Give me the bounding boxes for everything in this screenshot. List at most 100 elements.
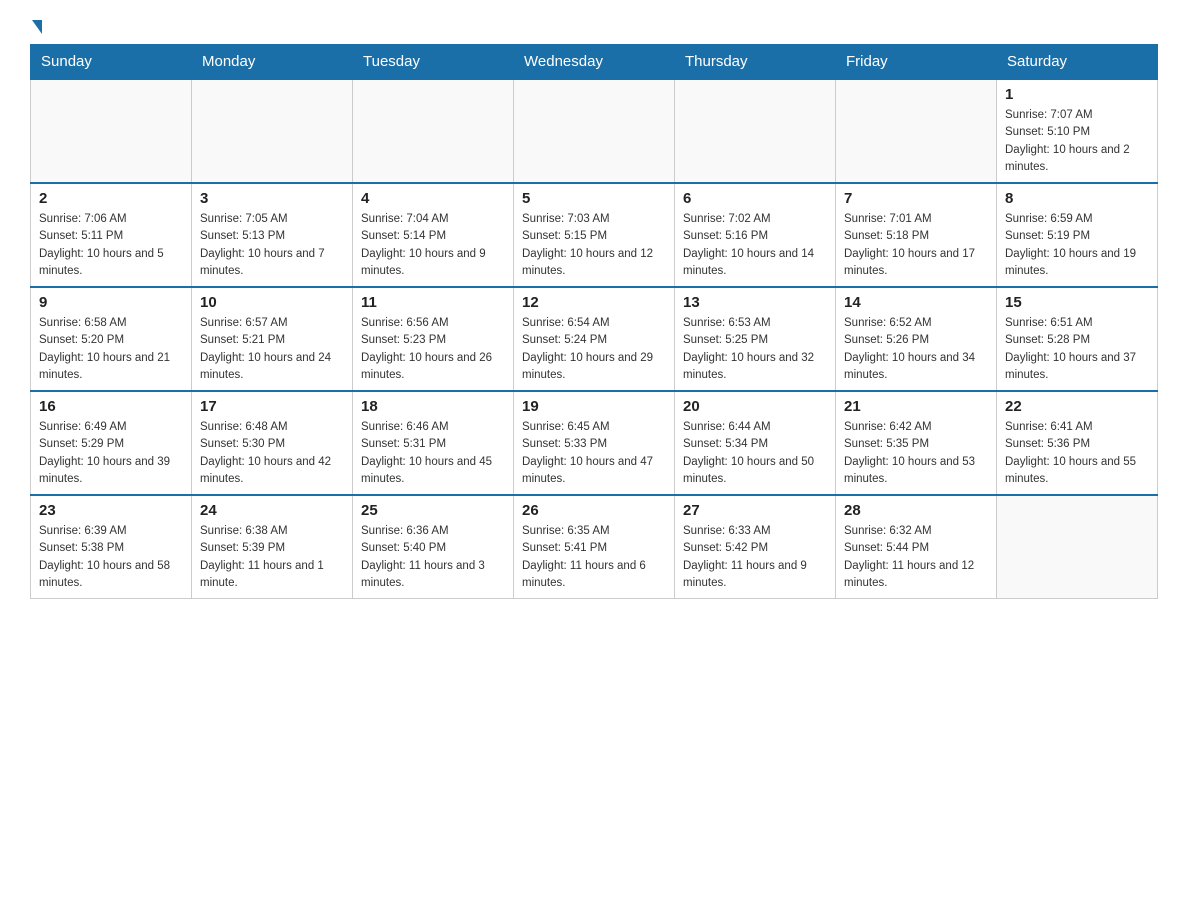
day-of-week-header: Saturday (997, 45, 1158, 80)
calendar-day-cell: 6 Sunrise: 7:02 AMSunset: 5:16 PMDaylight… (675, 183, 836, 287)
day-number: 19 (522, 398, 666, 415)
day-info: Sunrise: 6:42 AMSunset: 5:35 PMDaylight:… (844, 419, 988, 488)
calendar-day-cell (836, 79, 997, 183)
calendar-day-cell: 16 Sunrise: 6:49 AMSunset: 5:29 PMDayligh… (31, 391, 192, 495)
calendar-day-cell: 12 Sunrise: 6:54 AMSunset: 5:24 PMDayligh… (514, 287, 675, 391)
day-info: Sunrise: 6:46 AMSunset: 5:31 PMDaylight:… (361, 419, 505, 488)
calendar-day-cell: 26 Sunrise: 6:35 AMSunset: 5:41 PMDayligh… (514, 495, 675, 599)
logo (30, 20, 42, 34)
calendar-week-row: 16 Sunrise: 6:49 AMSunset: 5:29 PMDayligh… (31, 391, 1158, 495)
calendar-table: SundayMondayTuesdayWednesdayThursdayFrid… (30, 44, 1158, 599)
day-of-week-header: Sunday (31, 45, 192, 80)
calendar-day-cell: 17 Sunrise: 6:48 AMSunset: 5:30 PMDayligh… (192, 391, 353, 495)
day-number: 23 (39, 502, 183, 519)
day-info: Sunrise: 7:05 AMSunset: 5:13 PMDaylight:… (200, 211, 344, 280)
day-info: Sunrise: 6:54 AMSunset: 5:24 PMDaylight:… (522, 315, 666, 384)
day-number: 20 (683, 398, 827, 415)
day-number: 5 (522, 190, 666, 207)
calendar-day-cell (353, 79, 514, 183)
calendar-day-cell (997, 495, 1158, 599)
calendar-day-cell: 19Sunrise: 6:45 AMSunset: 5:33 PMDayligh… (514, 391, 675, 495)
day-number: 8 (1005, 190, 1149, 207)
calendar-week-row: 1Sunrise: 7:07 AMSunset: 5:10 PMDaylight… (31, 79, 1158, 183)
calendar-day-cell (675, 79, 836, 183)
day-number: 7 (844, 190, 988, 207)
day-number: 4 (361, 190, 505, 207)
calendar-day-cell: 25 Sunrise: 6:36 AMSunset: 5:40 PMDayligh… (353, 495, 514, 599)
day-number: 22 (1005, 398, 1149, 415)
day-number: 25 (361, 502, 505, 519)
day-number: 11 (361, 294, 505, 311)
calendar-day-cell: 22 Sunrise: 6:41 AMSunset: 5:36 PMDayligh… (997, 391, 1158, 495)
calendar-week-row: 2 Sunrise: 7:06 AMSunset: 5:11 PMDaylight… (31, 183, 1158, 287)
day-number: 3 (200, 190, 344, 207)
day-number: 17 (200, 398, 344, 415)
day-number: 12 (522, 294, 666, 311)
day-info: Sunrise: 6:32 AMSunset: 5:44 PMDaylight:… (844, 523, 988, 592)
day-info: Sunrise: 6:33 AMSunset: 5:42 PMDaylight:… (683, 523, 827, 592)
day-number: 18 (361, 398, 505, 415)
calendar-day-cell: 3 Sunrise: 7:05 AMSunset: 5:13 PMDaylight… (192, 183, 353, 287)
day-of-week-header: Wednesday (514, 45, 675, 80)
calendar-day-cell: 23 Sunrise: 6:39 AMSunset: 5:38 PMDayligh… (31, 495, 192, 599)
calendar-day-cell: 20 Sunrise: 6:44 AMSunset: 5:34 PMDayligh… (675, 391, 836, 495)
calendar-day-cell: 8 Sunrise: 6:59 AMSunset: 5:19 PMDaylight… (997, 183, 1158, 287)
calendar-week-row: 9 Sunrise: 6:58 AMSunset: 5:20 PMDaylight… (31, 287, 1158, 391)
day-info: Sunrise: 6:59 AMSunset: 5:19 PMDaylight:… (1005, 211, 1149, 280)
calendar-day-cell: 21 Sunrise: 6:42 AMSunset: 5:35 PMDayligh… (836, 391, 997, 495)
day-of-week-header: Tuesday (353, 45, 514, 80)
day-number: 15 (1005, 294, 1149, 311)
calendar-day-cell: 13 Sunrise: 6:53 AMSunset: 5:25 PMDayligh… (675, 287, 836, 391)
day-number: 10 (200, 294, 344, 311)
day-info: Sunrise: 6:36 AMSunset: 5:40 PMDaylight:… (361, 523, 505, 592)
calendar-day-cell: 7 Sunrise: 7:01 AMSunset: 5:18 PMDaylight… (836, 183, 997, 287)
day-info: Sunrise: 6:41 AMSunset: 5:36 PMDaylight:… (1005, 419, 1149, 488)
day-of-week-header: Monday (192, 45, 353, 80)
calendar-day-cell: 14Sunrise: 6:52 AMSunset: 5:26 PMDayligh… (836, 287, 997, 391)
calendar-day-cell: 5 Sunrise: 7:03 AMSunset: 5:15 PMDaylight… (514, 183, 675, 287)
day-info: Sunrise: 6:57 AMSunset: 5:21 PMDaylight:… (200, 315, 344, 384)
day-info: Sunrise: 7:07 AMSunset: 5:10 PMDaylight:… (1005, 107, 1149, 176)
day-number: 13 (683, 294, 827, 311)
page-header (30, 20, 1158, 34)
day-number: 27 (683, 502, 827, 519)
day-info: Sunrise: 6:38 AMSunset: 5:39 PMDaylight:… (200, 523, 344, 592)
day-info: Sunrise: 6:39 AMSunset: 5:38 PMDaylight:… (39, 523, 183, 592)
day-info: Sunrise: 7:06 AMSunset: 5:11 PMDaylight:… (39, 211, 183, 280)
day-of-week-header: Thursday (675, 45, 836, 80)
calendar-day-cell: 24 Sunrise: 6:38 AMSunset: 5:39 PMDayligh… (192, 495, 353, 599)
calendar-day-cell: 2 Sunrise: 7:06 AMSunset: 5:11 PMDaylight… (31, 183, 192, 287)
day-number: 9 (39, 294, 183, 311)
day-number: 16 (39, 398, 183, 415)
day-info: Sunrise: 6:35 AMSunset: 5:41 PMDaylight:… (522, 523, 666, 592)
day-info: Sunrise: 6:53 AMSunset: 5:25 PMDaylight:… (683, 315, 827, 384)
calendar-day-cell: 11 Sunrise: 6:56 AMSunset: 5:23 PMDayligh… (353, 287, 514, 391)
calendar-day-cell: 4 Sunrise: 7:04 AMSunset: 5:14 PMDaylight… (353, 183, 514, 287)
calendar-day-cell: 15 Sunrise: 6:51 AMSunset: 5:28 PMDayligh… (997, 287, 1158, 391)
day-number: 28 (844, 502, 988, 519)
day-info: Sunrise: 6:49 AMSunset: 5:29 PMDaylight:… (39, 419, 183, 488)
day-info: Sunrise: 6:58 AMSunset: 5:20 PMDaylight:… (39, 315, 183, 384)
day-number: 6 (683, 190, 827, 207)
day-info: Sunrise: 6:52 AMSunset: 5:26 PMDaylight:… (844, 315, 988, 384)
day-info: Sunrise: 6:44 AMSunset: 5:34 PMDaylight:… (683, 419, 827, 488)
day-info: Sunrise: 6:48 AMSunset: 5:30 PMDaylight:… (200, 419, 344, 488)
calendar-day-cell: 28 Sunrise: 6:32 AMSunset: 5:44 PMDayligh… (836, 495, 997, 599)
day-info: Sunrise: 6:51 AMSunset: 5:28 PMDaylight:… (1005, 315, 1149, 384)
day-info: Sunrise: 7:04 AMSunset: 5:14 PMDaylight:… (361, 211, 505, 280)
calendar-day-cell: 10 Sunrise: 6:57 AMSunset: 5:21 PMDayligh… (192, 287, 353, 391)
calendar-day-cell: 1Sunrise: 7:07 AMSunset: 5:10 PMDaylight… (997, 79, 1158, 183)
calendar-day-cell (31, 79, 192, 183)
calendar-day-cell: 27 Sunrise: 6:33 AMSunset: 5:42 PMDayligh… (675, 495, 836, 599)
day-info: Sunrise: 7:02 AMSunset: 5:16 PMDaylight:… (683, 211, 827, 280)
day-info: Sunrise: 7:01 AMSunset: 5:18 PMDaylight:… (844, 211, 988, 280)
day-number: 2 (39, 190, 183, 207)
calendar-day-cell (514, 79, 675, 183)
day-number: 26 (522, 502, 666, 519)
day-info: Sunrise: 7:03 AMSunset: 5:15 PMDaylight:… (522, 211, 666, 280)
calendar-week-row: 23 Sunrise: 6:39 AMSunset: 5:38 PMDayligh… (31, 495, 1158, 599)
day-number: 21 (844, 398, 988, 415)
day-info: Sunrise: 6:56 AMSunset: 5:23 PMDaylight:… (361, 315, 505, 384)
calendar-day-cell (192, 79, 353, 183)
day-number: 24 (200, 502, 344, 519)
